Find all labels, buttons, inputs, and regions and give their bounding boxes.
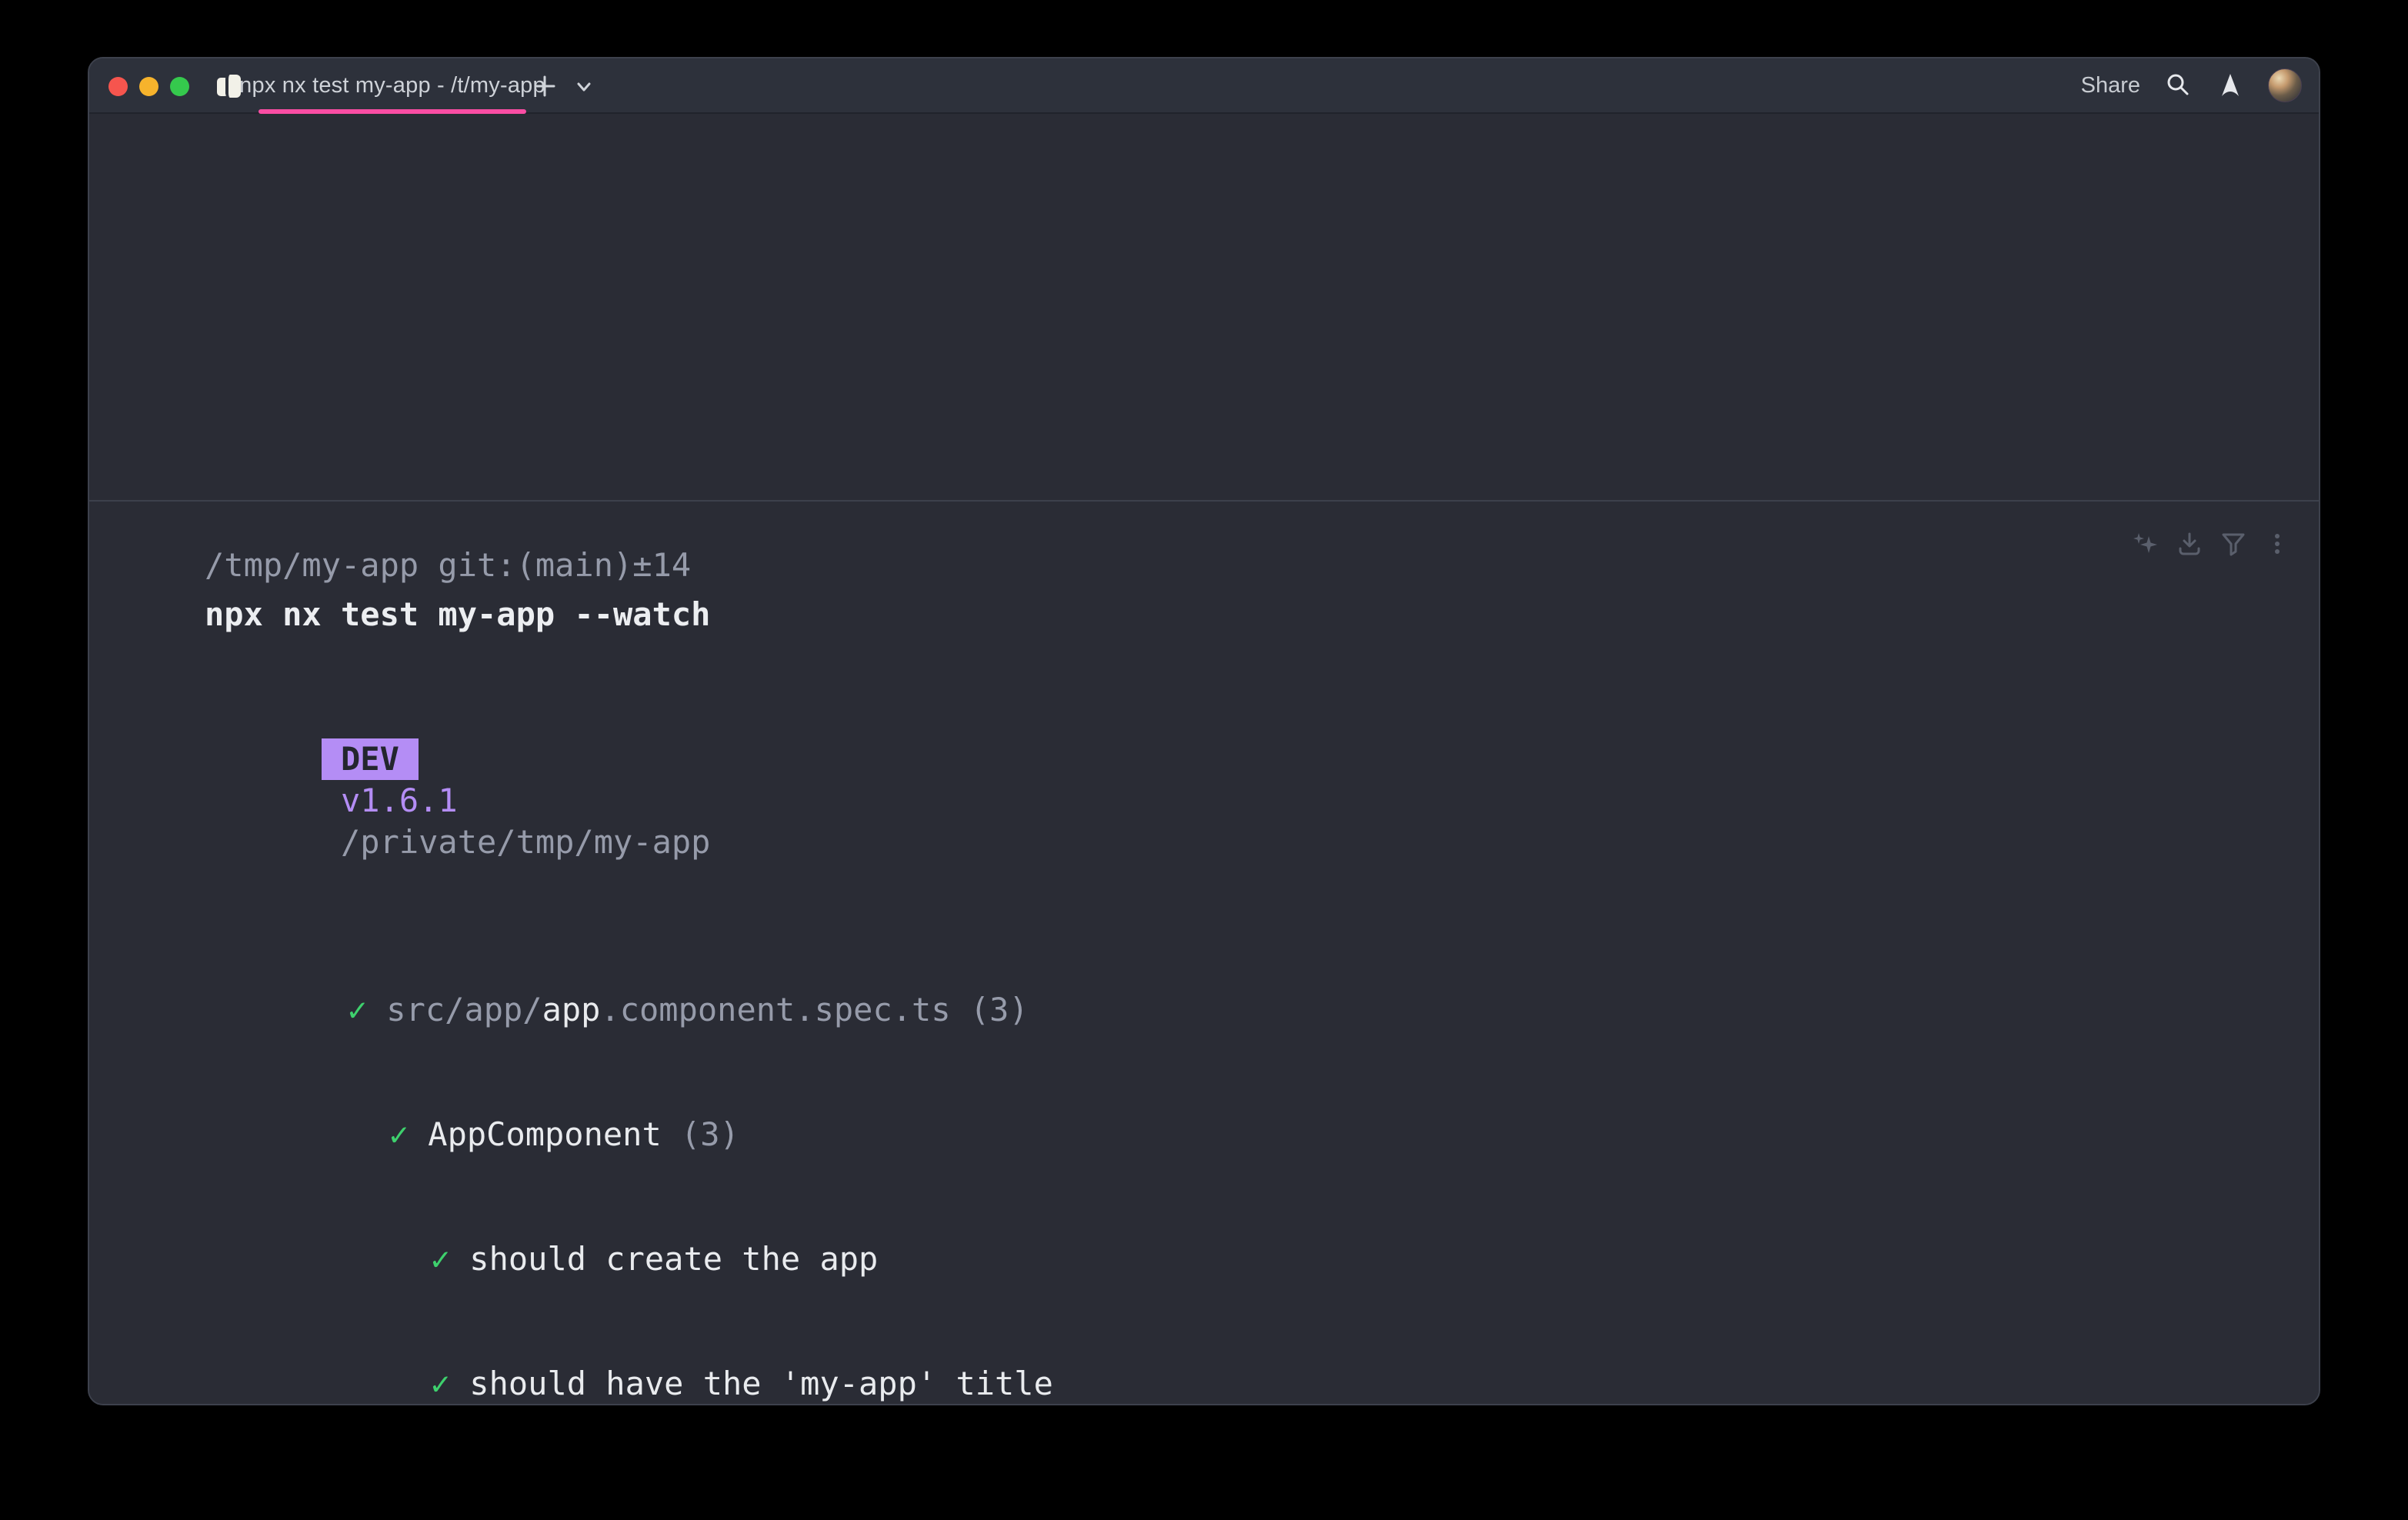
share-button[interactable]: Share xyxy=(2081,73,2140,98)
test-suite-row: ✓ AppComponent (3) xyxy=(205,1072,2273,1197)
new-tab-button[interactable] xyxy=(529,71,560,102)
avatar[interactable] xyxy=(2268,68,2302,102)
vitest-version: v1.6.1 xyxy=(341,782,458,819)
file-ext: .component.spec.ts xyxy=(600,991,950,1028)
check-icon: ✓ xyxy=(389,1115,429,1153)
command-line: npx nx test my-app --watch xyxy=(205,594,2273,635)
sparkles-icon xyxy=(2132,530,2160,558)
active-tab-underline xyxy=(258,109,526,114)
pages-icon-front xyxy=(225,75,241,98)
check-icon: ✓ xyxy=(348,991,387,1028)
titlebar-right: Share xyxy=(2081,58,2302,112)
check-icon: ✓ xyxy=(431,1365,470,1402)
test-case-row: ✓ should create the app xyxy=(205,1197,2273,1322)
close-button[interactable] xyxy=(108,77,128,96)
prompt-line: /tmp/my-app git:(main)±14 xyxy=(205,545,2273,586)
block-menu-button[interactable] xyxy=(2263,526,2291,554)
file-dir: src/app/ xyxy=(386,991,542,1028)
test-case-row: ✓ should have the 'my-app' title xyxy=(205,1322,2273,1405)
command-block: /tmp/my-app git:(main)±14 npx nx test my… xyxy=(89,500,2319,1405)
file-test-count: (3) xyxy=(951,991,1029,1028)
tab-title: npx nx test my-app - /t/my-app xyxy=(239,73,545,98)
file-name: app xyxy=(542,991,601,1028)
block-action-icons xyxy=(2132,526,2291,554)
active-tab[interactable]: npx nx test my-app - /t/my-app xyxy=(258,58,526,112)
filter-output-button[interactable] xyxy=(2220,526,2247,554)
filter-icon xyxy=(2220,530,2247,558)
search-button[interactable] xyxy=(2163,71,2193,100)
terminal-scrollback-pane xyxy=(89,114,2319,500)
check-icon: ✓ xyxy=(431,1240,470,1278)
maximize-button[interactable] xyxy=(170,77,189,96)
warp-logo-icon xyxy=(2216,71,2245,100)
test-file-row: ✓ src/app/app.component.spec.ts (3) xyxy=(205,948,2273,1072)
dev-badge: DEV xyxy=(322,738,419,780)
search-icon xyxy=(2163,71,2193,100)
vitest-dev-line: DEV v1.6.1 /private/tmp/my-app xyxy=(205,697,2273,905)
suite-name: AppComponent xyxy=(428,1115,661,1153)
traffic-lights xyxy=(108,77,189,96)
plus-icon xyxy=(529,71,560,102)
project-path: /private/tmp/my-app xyxy=(341,823,710,861)
download-icon xyxy=(2176,530,2203,558)
terminal-window: npx nx test my-app - /t/my-app Share xyxy=(88,57,2320,1405)
chevron-down-icon xyxy=(574,77,594,97)
minimize-button[interactable] xyxy=(139,77,158,96)
download-output-button[interactable] xyxy=(2176,526,2203,554)
test-case-name: should have the 'my-app' title xyxy=(469,1365,1053,1402)
suite-test-count: (3) xyxy=(662,1115,739,1153)
test-case-name: should create the app xyxy=(469,1240,878,1278)
titlebar: npx nx test my-app - /t/my-app Share xyxy=(89,58,2319,114)
kebab-menu-icon xyxy=(2263,530,2291,558)
ai-sparkles-button[interactable] xyxy=(2132,526,2160,554)
tab-list-chevron-button[interactable] xyxy=(574,77,594,97)
